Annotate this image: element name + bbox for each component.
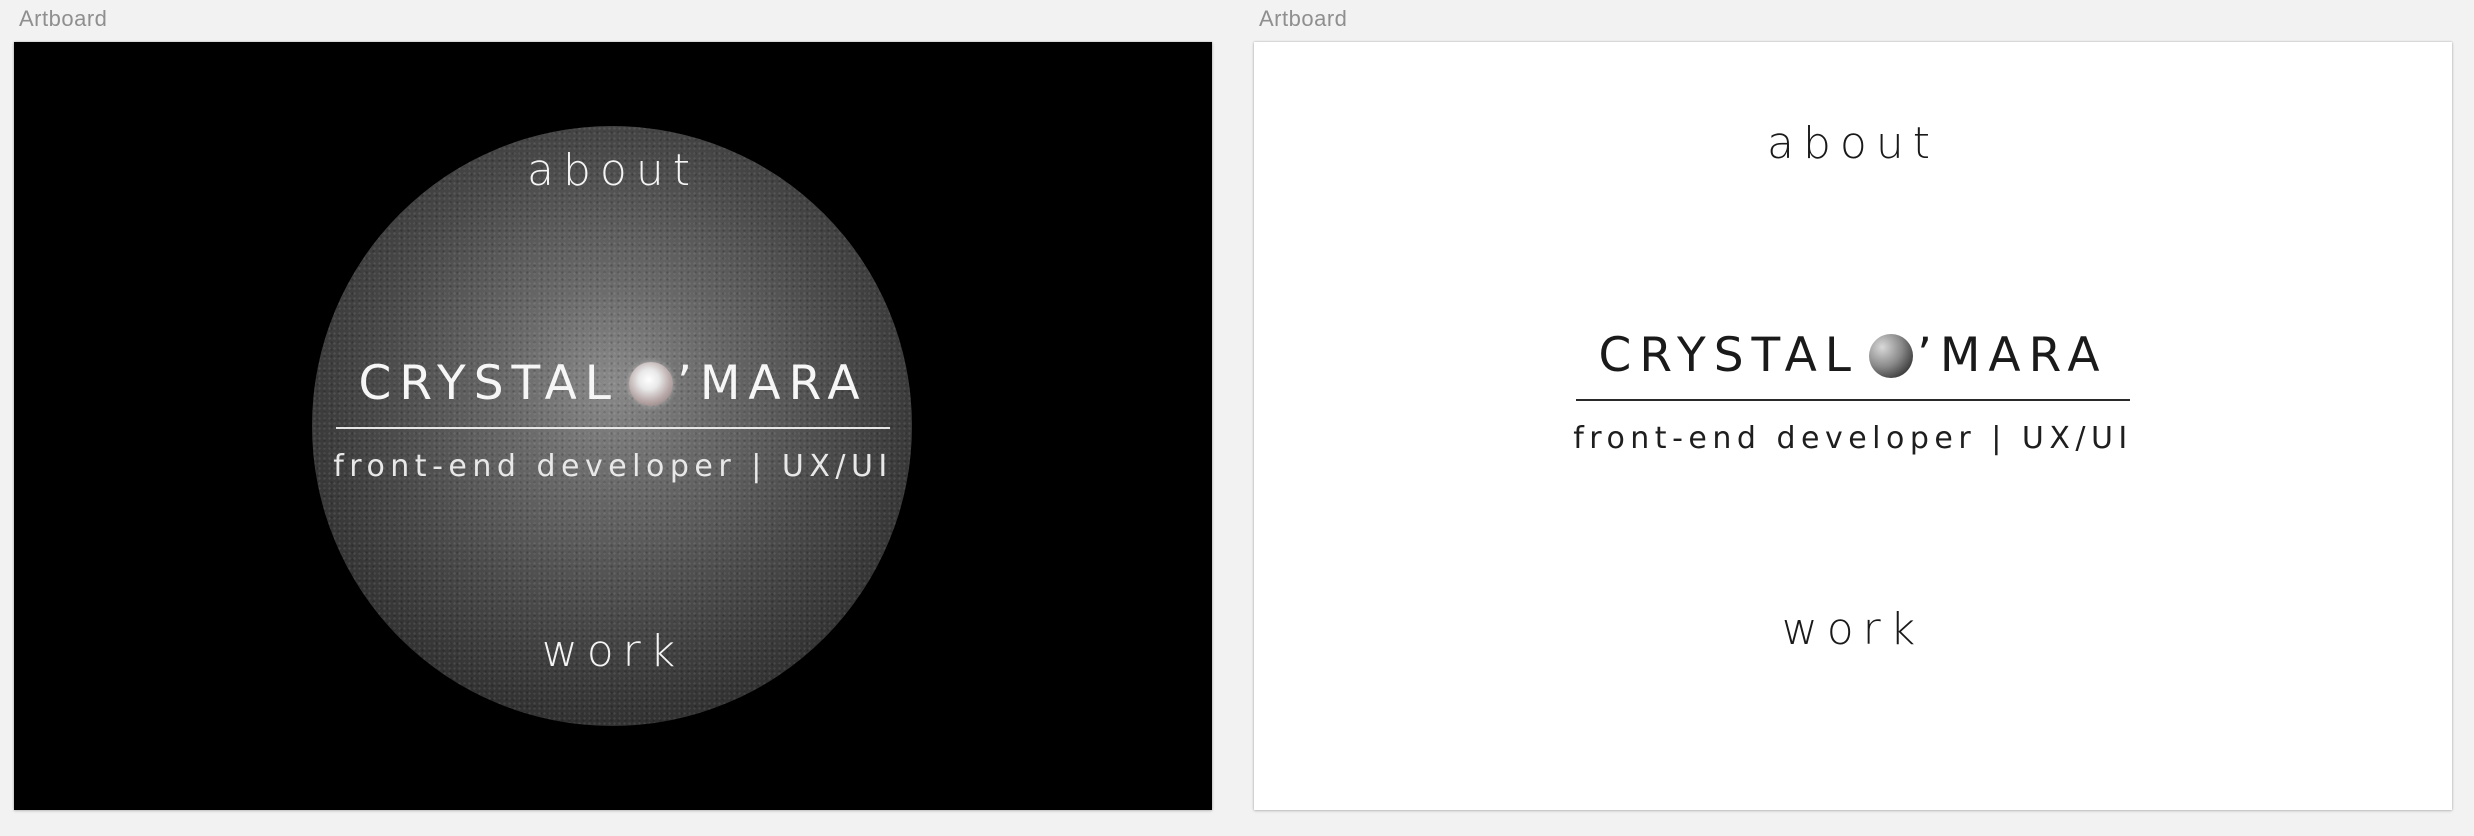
- tagline: front-end developer | UX/UI: [333, 449, 893, 484]
- artboard-label[interactable]: Artboard: [19, 6, 107, 32]
- design-canvas: Artboard about CRYSTAL ’MARA front-end d…: [0, 0, 2474, 836]
- artboard-label[interactable]: Artboard: [1259, 6, 1347, 32]
- orb-o-icon: [628, 361, 673, 406]
- brand-divider: [336, 427, 890, 429]
- artboard-dark[interactable]: about CRYSTAL ’MARA front-end developer …: [14, 42, 1212, 810]
- about-link[interactable]: about: [14, 145, 1212, 196]
- tagline: front-end developer | UX/UI: [1573, 421, 2133, 456]
- brand-name-last: ’MARA: [1916, 328, 2108, 383]
- brand-block: CRYSTAL ’MARA front-end developer | UX/U…: [1254, 332, 2452, 456]
- work-link[interactable]: work: [14, 626, 1212, 677]
- about-link[interactable]: about: [1254, 118, 2452, 169]
- brand-name: CRYSTAL ’MARA: [359, 360, 868, 407]
- brand-name-first: CRYSTAL: [1598, 328, 1859, 383]
- brand-name: CRYSTAL ’MARA: [1599, 332, 2108, 379]
- brand-block: CRYSTAL ’MARA front-end developer | UX/U…: [14, 360, 1212, 484]
- orb-o-icon: [1868, 333, 1913, 378]
- work-link[interactable]: work: [1254, 604, 2452, 655]
- brand-name-last: ’MARA: [676, 356, 868, 411]
- brand-divider: [1576, 399, 2130, 401]
- artboard-light[interactable]: about CRYSTAL ’MARA front-end developer …: [1254, 42, 2452, 810]
- brand-name-first: CRYSTAL: [358, 356, 619, 411]
